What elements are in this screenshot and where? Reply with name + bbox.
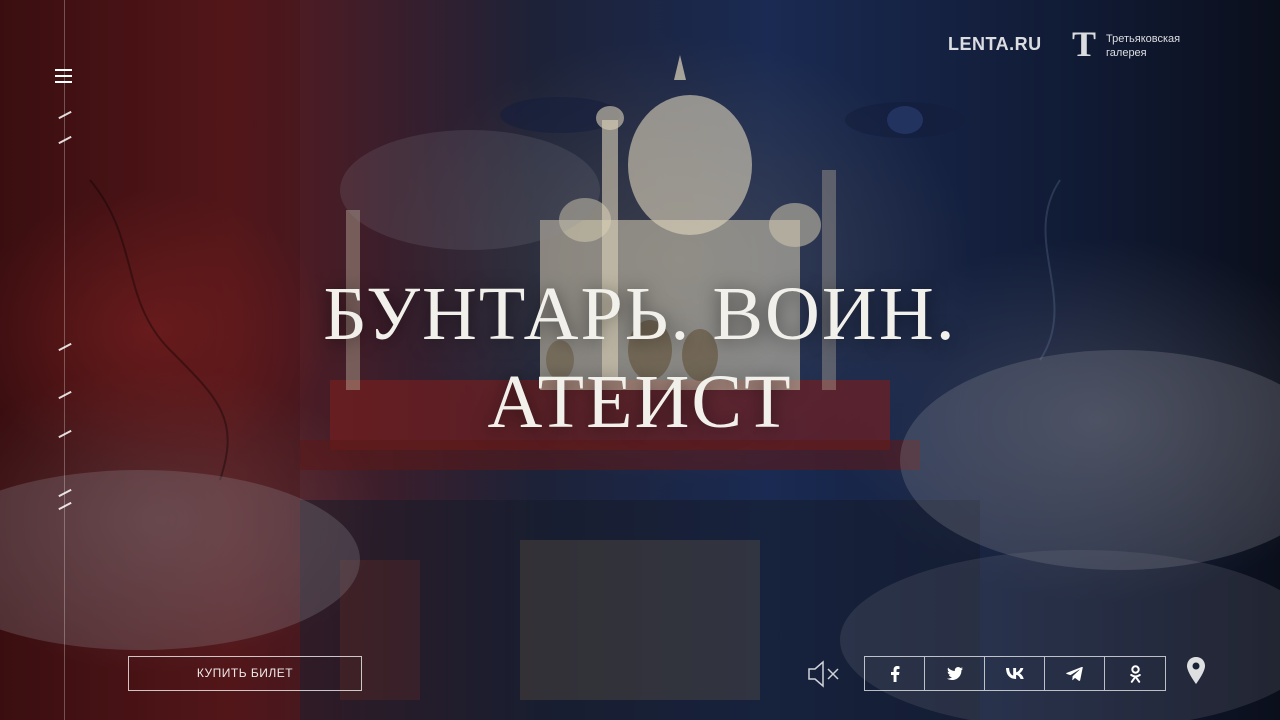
facebook-share-button[interactable] <box>865 657 925 690</box>
tretyakov-logo-line1: Третьяковская <box>1106 33 1181 45</box>
tretyakov-logo-line2: галерея <box>1106 47 1147 59</box>
vk-icon <box>1005 668 1024 679</box>
telegram-icon <box>1066 666 1083 681</box>
sound-off-icon[interactable] <box>806 658 842 690</box>
page-headline: БУНТАРЬ. ВОИН. АТЕИСТ <box>240 270 1040 446</box>
location-pin-icon[interactable] <box>1184 656 1208 686</box>
buy-ticket-button[interactable]: КУПИТЬ БИЛЕТ <box>128 656 362 691</box>
odnoklassniki-share-button[interactable] <box>1105 657 1165 690</box>
menu-icon[interactable] <box>54 68 74 84</box>
tretyakov-gallery-logo[interactable]: Т Третьяковская галерея <box>1072 24 1180 64</box>
vk-share-button[interactable] <box>985 657 1045 690</box>
social-share-bar <box>864 656 1166 691</box>
headline-line1: БУНТАРЬ. ВОИН. <box>323 272 957 356</box>
twitter-share-button[interactable] <box>925 657 985 690</box>
telegram-share-button[interactable] <box>1045 657 1105 690</box>
odnoklassniki-icon <box>1129 664 1141 683</box>
facebook-icon <box>890 665 899 682</box>
headline-line2: АТЕИСТ <box>487 360 793 444</box>
tretyakov-logo-mark: Т <box>1072 24 1097 64</box>
tretyakov-logo-text: Третьяковская галерея <box>1106 28 1180 60</box>
lenta-logo[interactable]: LENTA.RU <box>948 34 1042 55</box>
timeline-rail <box>64 0 65 720</box>
twitter-icon <box>946 667 963 680</box>
